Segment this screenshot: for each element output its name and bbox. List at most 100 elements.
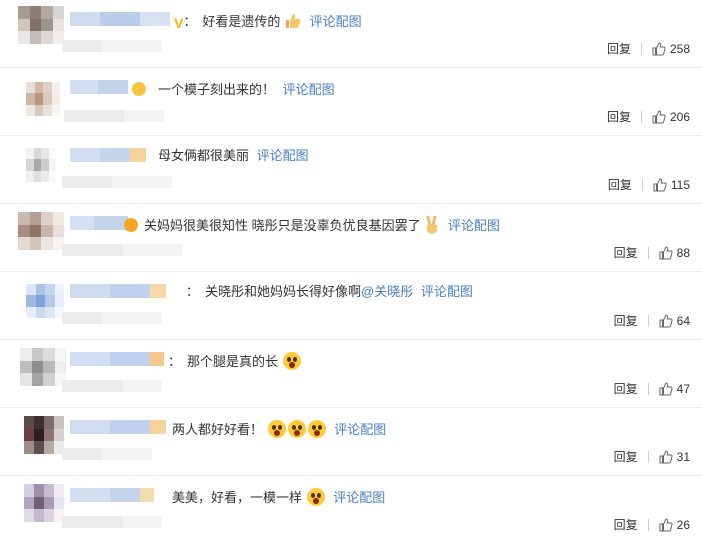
like-count: 26 bbox=[676, 517, 690, 532]
comment-item: ： 关晓彤和她妈妈长得好像啊@关晓彤 评论配图 回复 64 bbox=[0, 272, 702, 340]
thumbs-up-icon bbox=[653, 177, 667, 191]
like-count: 115 bbox=[670, 177, 690, 192]
reply-button[interactable]: 回复 bbox=[614, 380, 638, 397]
like-button[interactable]: 115 bbox=[653, 178, 690, 192]
comment-item: 关妈妈很美很知性 晓彤只是没辜负优良基因罢了 评论配图 回复 88 bbox=[0, 204, 702, 272]
like-button[interactable]: 64 bbox=[659, 314, 690, 328]
thumbs-up-icon bbox=[659, 381, 673, 395]
comment-item: 母女俩都很美丽 评论配图 回复 115 bbox=[0, 136, 702, 204]
member-badge-icon bbox=[132, 82, 146, 96]
view-image-link[interactable]: 评论配图 bbox=[448, 218, 500, 233]
comment-meta bbox=[62, 380, 162, 392]
username[interactable] bbox=[70, 420, 166, 434]
view-image-link[interactable]: 评论配图 bbox=[283, 82, 335, 97]
comment-text-wrap: 母女俩都很美丽 评论配图 bbox=[158, 148, 309, 164]
view-image-link[interactable]: 评论配图 bbox=[310, 14, 362, 29]
mention-link[interactable]: @关晓彤 bbox=[361, 284, 413, 299]
username[interactable] bbox=[70, 216, 128, 230]
reply-button[interactable]: 回复 bbox=[607, 40, 631, 57]
divider bbox=[647, 450, 649, 463]
like-button[interactable]: 206 bbox=[652, 110, 690, 124]
reply-button[interactable]: 回复 bbox=[614, 244, 638, 261]
thumbs-up-icon bbox=[659, 449, 673, 463]
divider bbox=[640, 42, 642, 55]
comment-text: 一个模子刻出来的！ bbox=[158, 82, 276, 97]
view-image-link[interactable]: 评论配图 bbox=[421, 284, 473, 299]
like-count: 88 bbox=[676, 245, 690, 260]
divider bbox=[647, 382, 649, 395]
comment-meta bbox=[62, 176, 172, 188]
username[interactable] bbox=[70, 284, 166, 298]
comment-text-wrap: ： 关晓彤和她妈妈长得好像啊@关晓彤 评论配图 bbox=[186, 284, 473, 300]
shocked-face-icon bbox=[307, 420, 326, 438]
comment-actions: 回复 88 bbox=[614, 244, 690, 261]
comment-actions: 回复 258 bbox=[607, 40, 690, 57]
victory-hand-icon bbox=[426, 216, 438, 234]
thumbs-up-icon bbox=[659, 517, 673, 531]
comment-actions: 回复 31 bbox=[614, 448, 690, 465]
comment-text-wrap: 一个模子刻出来的！ 评论配图 bbox=[130, 82, 335, 98]
username[interactable] bbox=[70, 148, 146, 162]
reply-button[interactable]: 回复 bbox=[614, 448, 638, 465]
vip-badge-icon: V bbox=[174, 15, 184, 31]
avatar[interactable] bbox=[18, 212, 64, 250]
like-button[interactable]: 26 bbox=[659, 518, 690, 532]
comment-text: 那个腿是真的长 bbox=[187, 354, 279, 369]
like-count: 64 bbox=[676, 313, 690, 328]
view-image-link[interactable]: 评论配图 bbox=[257, 148, 309, 163]
divider bbox=[647, 518, 649, 531]
comment-text-wrap: 关妈妈很美很知性 晓彤只是没辜负优良基因罢了 评论配图 bbox=[122, 216, 500, 234]
view-image-link[interactable]: 评论配图 bbox=[334, 422, 386, 437]
comment-item: 两人都好好看！ 评论配图 回复 31 bbox=[0, 408, 702, 476]
thumbs-up-icon bbox=[652, 41, 666, 55]
comment-item: ： 那个腿是真的长 回复 47 bbox=[0, 340, 702, 408]
comment-text: 母女俩都很美丽 bbox=[158, 148, 250, 163]
divider bbox=[647, 314, 649, 327]
username[interactable] bbox=[70, 352, 164, 366]
avatar[interactable] bbox=[26, 148, 56, 182]
view-image-link[interactable]: 评论配图 bbox=[333, 490, 385, 505]
avatar[interactable] bbox=[24, 416, 64, 454]
like-button[interactable]: 88 bbox=[659, 246, 690, 260]
like-button[interactable]: 47 bbox=[659, 382, 690, 396]
shocked-face-icon bbox=[306, 488, 325, 506]
avatar[interactable] bbox=[20, 348, 66, 386]
divider bbox=[647, 246, 649, 259]
comment-text-wrap: V： 好看是遗传的 评论配图 bbox=[172, 12, 362, 31]
divider bbox=[641, 178, 643, 191]
comment-text: 两人都好好看！ bbox=[172, 422, 264, 437]
reply-button[interactable]: 回复 bbox=[608, 176, 632, 193]
comment-text: 关妈妈很美很知性 晓彤只是没辜负优良基因罢了 bbox=[144, 218, 421, 233]
colon: ： bbox=[168, 354, 182, 369]
reply-button[interactable]: 回复 bbox=[607, 108, 631, 125]
comment-actions: 回复 26 bbox=[614, 516, 690, 533]
comment-actions: 回复 47 bbox=[614, 380, 690, 397]
comment-item: 一个模子刻出来的！ 评论配图 回复 206 bbox=[0, 68, 702, 136]
comment-text: 美美，好看，一模一样 bbox=[172, 490, 303, 505]
comment-actions: 回复 206 bbox=[607, 108, 690, 125]
comment-text: 关晓彤和她妈妈长得好像啊 bbox=[205, 284, 362, 299]
comment-text-wrap: ： 那个腿是真的长 bbox=[168, 352, 302, 370]
avatar[interactable] bbox=[24, 484, 64, 522]
comment-text-wrap: 两人都好好看！ 评论配图 bbox=[172, 420, 386, 438]
thumbs-up-icon bbox=[659, 313, 673, 327]
member-badge-icon bbox=[124, 218, 138, 232]
like-count: 47 bbox=[676, 381, 690, 396]
comment-meta bbox=[62, 516, 162, 528]
thumbs-up-icon bbox=[659, 245, 673, 259]
comment-meta bbox=[62, 244, 182, 256]
like-button[interactable]: 258 bbox=[652, 42, 690, 56]
avatar[interactable] bbox=[26, 82, 60, 116]
comment-text-wrap: 美美，好看，一模一样 评论配图 bbox=[172, 488, 385, 506]
like-button[interactable]: 31 bbox=[659, 450, 690, 464]
colon: ： bbox=[183, 14, 197, 29]
username[interactable] bbox=[70, 80, 128, 94]
avatar[interactable] bbox=[18, 6, 64, 44]
reply-button[interactable]: 回复 bbox=[614, 312, 638, 329]
username[interactable] bbox=[70, 488, 154, 502]
avatar[interactable] bbox=[26, 284, 64, 318]
shocked-face-icon bbox=[287, 420, 306, 438]
username[interactable] bbox=[70, 12, 170, 26]
reply-button[interactable]: 回复 bbox=[614, 516, 638, 533]
comment-item: 美美，好看，一模一样 评论配图 回复 26 bbox=[0, 476, 702, 540]
